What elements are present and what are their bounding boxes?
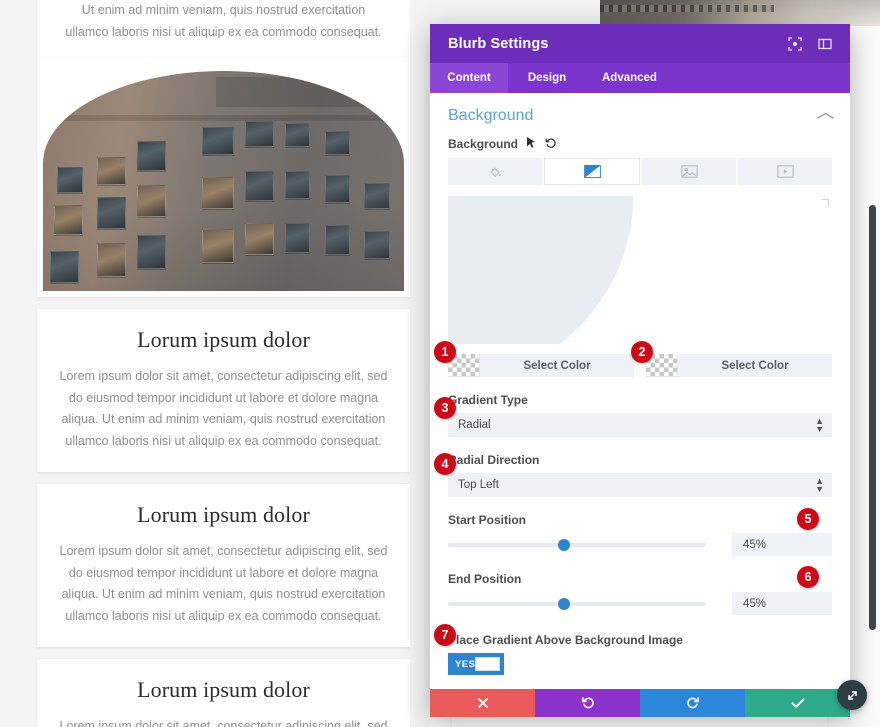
tab-content[interactable]: Content: [430, 63, 508, 93]
background-gradient-tab[interactable]: [544, 158, 640, 185]
cancel-button[interactable]: [430, 689, 535, 717]
save-button[interactable]: [745, 689, 850, 717]
place-gradient-toggle[interactable]: YES: [448, 653, 504, 675]
radial-direction-group: Radial Direction Top Left ▲ ▼: [448, 453, 832, 497]
callout-badge-3: 3: [434, 397, 456, 419]
blurb-title: Lorum ipsum dolor: [137, 327, 310, 352]
callout-badge-2: 2: [631, 341, 653, 363]
modal-tabs: Content Design Advanced: [430, 63, 850, 93]
cursor-pointer-icon[interactable]: [527, 137, 536, 151]
background-label: Background: [448, 137, 519, 151]
modal-header: Blurb Settings: [430, 24, 850, 63]
callout-badge-4: 4: [434, 453, 456, 475]
start-select-color-button[interactable]: Select Color: [480, 354, 634, 377]
place-gradient-label: Place Gradient Above Background Image: [448, 633, 683, 647]
column-gap: [410, 0, 430, 727]
content-column: Ut enim ad minim veniam, quis nostrud ex…: [37, 0, 410, 727]
end-position-slider[interactable]: [448, 596, 706, 612]
layout-panel-icon[interactable]: [814, 33, 836, 55]
blurb-body: Lorem ipsum dolor sit amet, consectetur …: [59, 544, 388, 623]
blurb-card[interactable]: Lorum ipsum dolor Lorem ipsum dolor sit …: [37, 484, 410, 647]
background-type-tabs: [448, 158, 832, 185]
end-position-group: End Position 45%: [448, 572, 832, 615]
gradient-end-color-picker[interactable]: Select Color: [646, 354, 832, 377]
radial-direction-value: Top Left: [458, 479, 499, 491]
blurb-body: Lorem ipsum dolor sit amet, consectetur …: [59, 369, 388, 448]
resize-handle-icon[interactable]: [837, 680, 867, 710]
start-position-label: Start Position: [448, 513, 527, 527]
intro-text-card: Ut enim ad minim veniam, quis nostrud ex…: [37, 0, 410, 57]
tab-design[interactable]: Design: [508, 63, 586, 93]
background-section-header[interactable]: Background: [430, 93, 850, 135]
slider-track: [448, 601, 706, 606]
reset-icon[interactable]: [545, 137, 557, 151]
modal-action-bar: [430, 689, 850, 717]
building-photo-image: [43, 71, 404, 291]
tab-advanced[interactable]: Advanced: [586, 63, 673, 93]
blurb-card[interactable]: Lorum ipsum dolor Lorem ipsum dolor sit …: [37, 309, 410, 472]
gradient-preview[interactable]: [448, 196, 832, 344]
redo-button[interactable]: [640, 689, 745, 717]
gradient-type-select[interactable]: Radial ▲ ▼: [448, 413, 832, 437]
end-position-label: End Position: [448, 572, 522, 586]
callout-badge-1: 1: [434, 341, 456, 363]
slider-knob[interactable]: [558, 597, 571, 610]
start-position-group: Start Position 45%: [448, 513, 832, 556]
undo-button[interactable]: [535, 689, 640, 717]
building-photo: [43, 63, 404, 291]
end-position-value[interactable]: 45%: [732, 592, 832, 615]
slider-track: [448, 542, 706, 547]
blurb-title: Lorum ipsum dolor: [137, 502, 310, 527]
slider-knob[interactable]: [558, 538, 571, 551]
radial-direction-label: Radial Direction: [448, 453, 540, 467]
gradient-preview-handle[interactable]: [821, 199, 829, 207]
callout-badge-5: 5: [797, 508, 819, 530]
chevron-up-icon[interactable]: [816, 109, 836, 123]
gradient-type-label: Gradient Type: [448, 393, 528, 407]
gradient-type-group: Gradient Type Radial ▲ ▼: [448, 393, 832, 437]
blurb-title: Lorum ipsum dolor: [137, 677, 310, 702]
gradient-type-value: Radial: [458, 419, 491, 431]
page-scrollbar[interactable]: [869, 205, 876, 630]
app-root: Ut enim ad minim veniam, quis nostrud ex…: [0, 0, 880, 727]
end-position-row: 45%: [448, 592, 832, 615]
background-video-tab[interactable]: [738, 158, 832, 185]
intro-paragraph: Ut enim ad minim veniam, quis nostrud ex…: [65, 3, 382, 39]
blurb-body: Lorem ipsum dolor sit amet, consectetur …: [59, 719, 388, 727]
chevron-updown-icon: ▲ ▼: [815, 415, 824, 434]
chevron-updown-icon: ▲ ▼: [815, 475, 824, 494]
callout-badge-7: 7: [434, 624, 456, 646]
blurb-card[interactable]: Lorum ipsum dolor Lorem ipsum dolor sit …: [37, 659, 410, 727]
background-color-tab[interactable]: [448, 158, 542, 185]
end-select-color-button[interactable]: Select Color: [678, 354, 832, 377]
building-photo-card: [37, 57, 410, 297]
start-position-row: 45%: [448, 533, 832, 556]
focus-icon[interactable]: [784, 33, 806, 55]
gradient-start-color-picker[interactable]: Select Color: [448, 354, 634, 377]
start-position-value[interactable]: 45%: [732, 533, 832, 556]
top-building-photo: [600, 0, 880, 26]
background-field-label-row: Background: [430, 135, 850, 158]
modal-title: Blurb Settings: [448, 35, 549, 52]
toggle-value-label: YES: [455, 658, 476, 670]
blurb-settings-modal: Blurb Settings Content Design Advanced B…: [430, 24, 850, 717]
radial-direction-select[interactable]: Top Left ▲ ▼: [448, 473, 832, 497]
start-position-slider[interactable]: [448, 537, 706, 553]
toggle-knob: [475, 657, 500, 671]
callout-badge-6: 6: [797, 566, 819, 588]
background-image-tab[interactable]: [642, 158, 736, 185]
section-title: Background: [448, 107, 534, 124]
photo-cornice-band: [600, 5, 774, 12]
